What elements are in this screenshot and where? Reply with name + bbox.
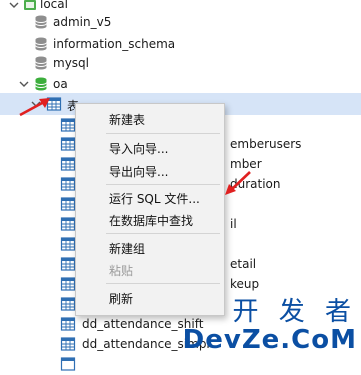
table-icon — [60, 236, 76, 252]
menu-item-new-table[interactable]: 新建表 — [109, 111, 145, 128]
menu-item-refresh[interactable]: 刷新 — [109, 290, 133, 307]
menu-item-run-sql-file[interactable]: 运行 SQL 文件... — [109, 190, 200, 207]
table-icon — [60, 336, 76, 352]
tree-label: keup — [230, 277, 260, 291]
table-icon — [60, 156, 76, 172]
menu-separator — [106, 184, 220, 185]
table-icon — [60, 316, 76, 332]
tree-row-database[interactable]: mysql — [0, 52, 361, 74]
annotation-arrow-icon — [19, 98, 50, 117]
tree-label: admin_v5 — [53, 15, 112, 29]
tree-label: information_schema — [53, 37, 176, 51]
menu-item-import-wizard[interactable]: 导入向导... — [109, 140, 168, 157]
tree-label: mysql — [53, 56, 89, 70]
menu-item-paste: 粘贴 — [109, 264, 134, 278]
table-icon — [60, 196, 76, 212]
tree-row-database[interactable]: admin_v5 — [0, 11, 361, 33]
tree-row-table[interactable] — [0, 353, 361, 375]
table-icon — [60, 176, 76, 192]
menu-separator — [106, 133, 220, 134]
menu-separator — [106, 233, 220, 234]
database-icon — [33, 55, 49, 71]
tree-label: oa — [53, 77, 68, 91]
menu-item-export-wizard[interactable]: 导出向导... — [109, 163, 168, 180]
tree-label: emberusers — [230, 137, 302, 151]
watermark-logo: 开 发 者 DevZe.CoM — [183, 298, 357, 354]
table-icon — [60, 136, 76, 152]
watermark-brand: DevZe.CoM — [182, 325, 357, 355]
table-icon — [60, 356, 76, 372]
database-icon — [33, 36, 49, 52]
tree-label: etail — [230, 257, 257, 271]
table-icon — [60, 256, 76, 272]
chevron-down-icon[interactable] — [8, 0, 20, 11]
table-icon — [60, 117, 76, 133]
database-open-icon — [33, 76, 49, 92]
menu-item-new-group[interactable]: 新建组 — [109, 240, 145, 257]
tree-label: mber — [230, 157, 262, 171]
tree-label: il — [230, 217, 237, 231]
table-icon — [60, 276, 76, 292]
table-icon — [60, 216, 76, 232]
annotation-arrow-icon — [225, 171, 251, 195]
menu-item-find-in-database[interactable]: 在数据库中查找 — [109, 212, 193, 229]
chevron-down-icon[interactable] — [18, 78, 30, 90]
tree-row-database-oa[interactable]: oa — [0, 73, 361, 95]
context-menu: 新建表 导入向导... 导出向导... 运行 SQL 文件... 在数据库中查找… — [75, 103, 225, 316]
menu-separator — [106, 283, 220, 284]
watermark-text: 开 发 者 — [232, 297, 357, 327]
database-icon — [33, 14, 49, 30]
table-icon — [60, 296, 76, 312]
tree-label: local — [40, 0, 68, 11]
